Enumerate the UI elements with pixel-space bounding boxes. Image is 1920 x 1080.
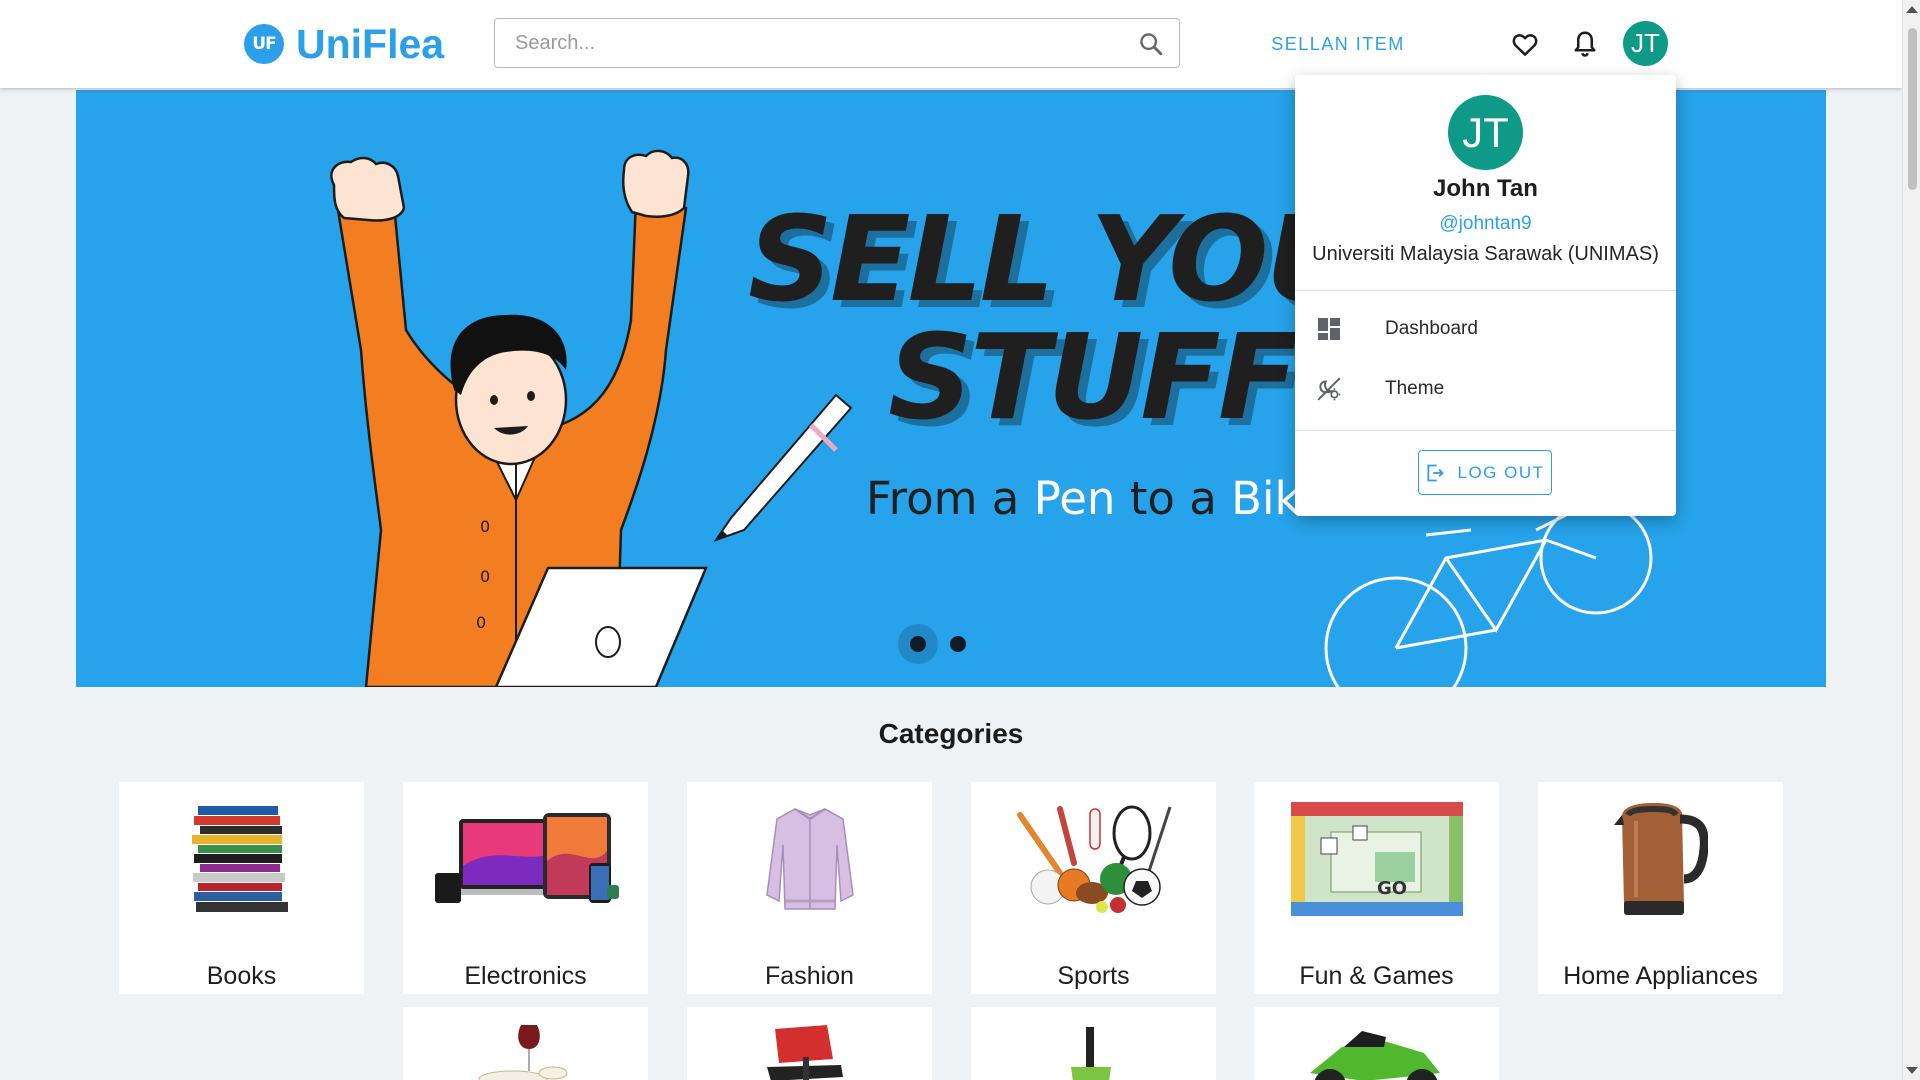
- carousel-dot-2[interactable]: [950, 636, 966, 652]
- electronics-image: [403, 800, 648, 918]
- svg-text:0: 0: [476, 613, 486, 632]
- logout-icon: [1427, 464, 1445, 481]
- scroll-down-arrow-icon[interactable]: [1906, 1067, 1918, 1074]
- profile-avatar: JT: [1448, 95, 1523, 170]
- books-image: [119, 800, 364, 918]
- logout-label: LOG OUT: [1457, 462, 1545, 482]
- svg-text:GO: GO: [1377, 878, 1407, 899]
- theme-icon: [1315, 375, 1343, 403]
- category-label: Fun & Games: [1299, 962, 1454, 990]
- search-box: [494, 18, 1180, 68]
- office-chair-image: [767, 1025, 843, 1080]
- category-card-tableware[interactable]: [403, 1007, 648, 1080]
- board-game-image: GO: [1254, 800, 1499, 918]
- category-label: Books: [206, 962, 277, 990]
- kettle-image: [1538, 800, 1783, 918]
- svg-text:0: 0: [480, 517, 490, 536]
- tableware-image: [478, 1025, 568, 1080]
- carousel-dot-1[interactable]: [910, 636, 926, 652]
- hero-sub-pen: Pen: [1033, 472, 1116, 525]
- search-input[interactable]: [495, 19, 1115, 67]
- category-card-books[interactable]: Books: [119, 782, 364, 994]
- hero-sub-bike: Bik: [1231, 472, 1301, 525]
- menu-divider: [1295, 290, 1676, 291]
- hero-sub-part1: From a: [866, 472, 1034, 525]
- jacket-image: [687, 800, 932, 918]
- hero-subheadline: From a Pen to a Bik: [866, 472, 1301, 525]
- hero-sub-part3: to a: [1115, 472, 1232, 525]
- search-icon[interactable]: [1137, 30, 1165, 58]
- notifications-bell-icon[interactable]: [1565, 24, 1605, 64]
- svg-text:0: 0: [480, 567, 490, 586]
- logo-icon: UF: [244, 24, 284, 64]
- profile-name: John Tan: [1433, 175, 1538, 202]
- sports-equipment-image: [971, 800, 1216, 918]
- page-scrollbar[interactable]: [1902, 0, 1920, 1080]
- category-card-electronics[interactable]: Electronics: [403, 782, 648, 994]
- scroll-up-arrow-icon[interactable]: [1906, 6, 1918, 13]
- menu-item-label: Dashboard: [1385, 318, 1478, 339]
- uniflea-logo[interactable]: UF UniFlea: [244, 20, 444, 68]
- category-label: Fashion: [765, 962, 854, 990]
- category-label: Electronics: [464, 962, 587, 990]
- profile-university: Universiti Malaysia Sarawak (UNIMAS): [1312, 243, 1659, 265]
- menu-item-label: Theme: [1385, 378, 1445, 399]
- categories-heading: Categories: [878, 718, 1024, 749]
- motorcycle-image: [1310, 1031, 1440, 1080]
- menu-item-dashboard[interactable]: Dashboard: [1295, 301, 1676, 357]
- category-card-fashion[interactable]: Fashion: [687, 782, 932, 994]
- category-label: Home Appliances: [1563, 962, 1758, 990]
- profile-username-link[interactable]: @johntan9: [1295, 213, 1676, 235]
- logout-button[interactable]: LOG OUT: [1418, 450, 1552, 495]
- category-card-home-appliances[interactable]: Home Appliances: [1538, 782, 1783, 994]
- user-avatar-button[interactable]: JT: [1623, 21, 1668, 66]
- gardening-tool-image: [1071, 1027, 1111, 1080]
- category-card-vehicles[interactable]: [1254, 1007, 1499, 1080]
- carousel-indicators: [910, 636, 966, 652]
- menu-divider: [1295, 430, 1676, 431]
- profile-dropdown-menu: JT John Tan @johntan9 Universiti Malaysi…: [1295, 75, 1676, 516]
- category-card-furniture[interactable]: [687, 1007, 932, 1080]
- category-card-garden[interactable]: [971, 1007, 1216, 1080]
- category-card-sports[interactable]: Sports: [971, 782, 1216, 994]
- category-card-fun-games[interactable]: GO Fun & Games: [1254, 782, 1499, 994]
- category-label: Sports: [1057, 962, 1130, 990]
- menu-item-theme[interactable]: Theme: [1295, 361, 1676, 417]
- dashboard-icon: [1315, 315, 1343, 343]
- logo-text: UniFlea: [296, 20, 445, 67]
- scrollbar-thumb[interactable]: [1908, 28, 1917, 190]
- sell-an-item-button[interactable]: SELLAN ITEM: [1264, 27, 1412, 61]
- favorites-heart-icon[interactable]: [1505, 24, 1545, 64]
